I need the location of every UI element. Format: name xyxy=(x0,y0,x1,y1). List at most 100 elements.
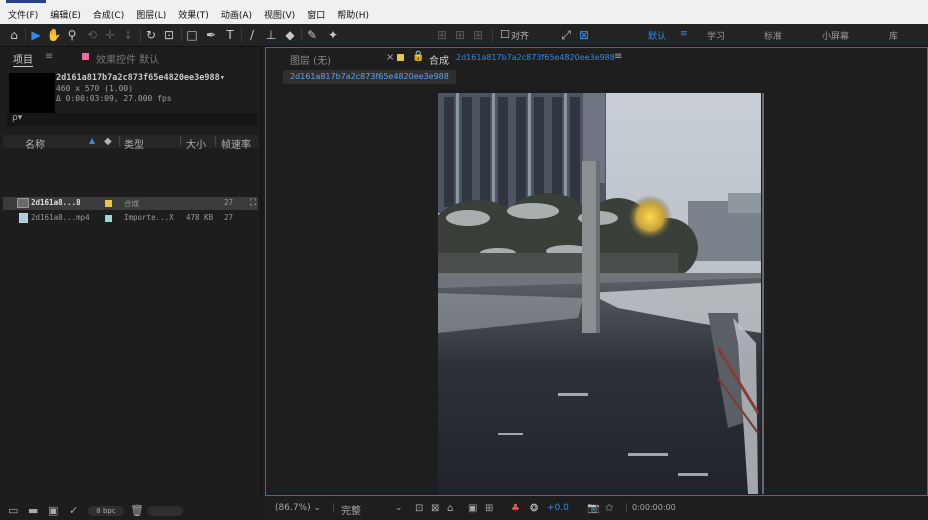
menu-effect[interactable]: 效果(T) xyxy=(178,8,209,21)
label-column-icon[interactable]: ◆ xyxy=(104,136,112,147)
item-dropdown-icon[interactable]: ▾ xyxy=(220,73,225,83)
current-timecode[interactable]: 0:00:00:00 xyxy=(632,503,676,512)
resolution-chevron-icon[interactable]: ⌄ xyxy=(395,503,403,513)
column-type[interactable]: 类型 xyxy=(124,136,144,151)
search-icon: ρ▾ xyxy=(12,113,23,123)
column-divider: | xyxy=(214,136,218,147)
anchor-point-tool-icon[interactable]: ⊡ xyxy=(161,27,177,43)
bpc-button[interactable]: 8 bpc xyxy=(88,506,124,516)
pen-tool-icon[interactable]: ✒ xyxy=(203,27,219,43)
comp-label-swatch xyxy=(397,54,404,61)
fast-preview-icon[interactable]: ⊡ xyxy=(415,503,423,514)
rotate-tool-icon[interactable]: ↻ xyxy=(143,27,159,43)
composition-breadcrumb[interactable]: 2d161a817b7a2c873f65e4820ee3e988 xyxy=(283,70,456,84)
tab-composition-label[interactable]: 合成 xyxy=(429,52,449,67)
world-axis-icon[interactable]: ⊞ xyxy=(452,27,468,43)
project-bottom-bar: ▭ ▬ ▣ ✓ 8 bpc 🗑 xyxy=(3,501,261,520)
project-row-composition[interactable]: 2d161a8...8 合成 27 ⛶ xyxy=(3,197,258,210)
brush-tool-icon[interactable]: / xyxy=(244,27,260,43)
tab-project[interactable]: 项目 xyxy=(13,51,33,67)
snap-icon[interactable]: ⤢ xyxy=(558,27,574,43)
toolbar-divider xyxy=(492,28,493,42)
tab-composition-name[interactable]: 2d161a817b7a2c873f65e4820ee3e988 xyxy=(456,53,615,62)
label-color-swatch[interactable] xyxy=(105,215,112,222)
snap-options-icon[interactable]: ⊠ xyxy=(576,27,592,43)
effects-label-swatch xyxy=(82,53,89,60)
view-axis-icon[interactable]: ⊞ xyxy=(470,27,486,43)
show-snapshot-icon[interactable]: ✿ xyxy=(605,503,613,514)
eraser-tool-icon[interactable]: ◆ xyxy=(282,27,298,43)
type-tool-icon[interactable]: T xyxy=(222,27,238,43)
workspace-learn[interactable]: 学习 xyxy=(707,29,725,42)
puppet-pin-tool-icon[interactable]: ✦ xyxy=(325,27,341,43)
hand-tool-icon[interactable]: ✋ xyxy=(46,27,62,43)
flowchart-icon[interactable]: ⛶ xyxy=(250,198,256,208)
scroll-handle[interactable] xyxy=(147,506,183,516)
menu-composition[interactable]: 合成(C) xyxy=(93,8,124,21)
clone-stamp-tool-icon[interactable]: ⊥ xyxy=(263,27,279,43)
menu-help[interactable]: 帮助(H) xyxy=(337,8,369,21)
project-tab-menu-icon[interactable]: ≡ xyxy=(45,51,53,62)
column-frame-rate[interactable]: 帧速率 xyxy=(221,136,251,151)
toolbar-divider xyxy=(25,28,26,42)
close-tab-icon[interactable]: × xyxy=(386,52,394,63)
rectangle-tool-icon[interactable]: □ xyxy=(184,27,200,43)
resolution-dropdown[interactable]: 完整 xyxy=(341,502,361,517)
composition-icon xyxy=(17,198,29,208)
snapshot-camera-icon[interactable]: 📷 xyxy=(587,503,599,514)
workspace-default[interactable]: 默认 xyxy=(648,29,666,42)
pan-camera-tool-icon[interactable]: ✛ xyxy=(102,27,118,43)
project-row-footage[interactable]: 2d161a8...mp4 Importe...X 478 KB 27 xyxy=(3,212,258,225)
workspace-default-menu-icon[interactable]: ≡ xyxy=(680,29,688,39)
tools-toolbar: ⌂ ▶ ✋ ⚲ ⟲ ✛ ↓ ↻ ⊡ □ ✒ T / ⊥ ◆ ✎ ✦ ⊞ ⊞ ⊞ … xyxy=(0,24,928,47)
row-name: 2d161a8...8 xyxy=(31,198,81,207)
tab-layer[interactable]: 图层 (无) xyxy=(290,52,331,67)
new-composition-icon[interactable]: ▣ xyxy=(48,504,58,517)
sort-ascending-icon[interactable]: ▲ xyxy=(89,136,95,145)
trash-icon[interactable]: 🗑 xyxy=(130,504,144,517)
project-search-input[interactable]: ρ▾ xyxy=(6,113,257,126)
transparency-grid-icon[interactable]: ⊠ xyxy=(431,503,439,514)
roto-brush-tool-icon[interactable]: ✎ xyxy=(304,27,320,43)
composition-bottom-bar: (86.7%) ⌄ | 完整 ⌄ ⊡ ⊠ ⌂ ▣ ⊞ ♣ ❂ +0.0 📷 ✿ … xyxy=(265,498,928,520)
menu-file[interactable]: 文件(F) xyxy=(8,8,38,21)
exposure-value[interactable]: +0.0 xyxy=(547,503,569,513)
panel-menu-icon[interactable]: ≡ xyxy=(614,51,622,62)
label-color-swatch[interactable] xyxy=(105,200,112,207)
workspace-libraries[interactable]: 库 xyxy=(889,29,898,42)
frame-edge xyxy=(762,93,764,494)
workspace-small-screen[interactable]: 小屏幕 xyxy=(822,29,849,42)
project-settings-icon[interactable]: ✓ xyxy=(69,504,78,517)
mask-visibility-icon[interactable]: ⌂ xyxy=(447,503,453,514)
snowy-plaza-frame-image xyxy=(438,93,761,494)
color-management-icon[interactable]: ❂ xyxy=(530,503,538,514)
row-type: Importe...X xyxy=(124,213,174,222)
new-folder-icon[interactable]: ▬ xyxy=(28,504,38,517)
menu-window[interactable]: 窗口 xyxy=(307,8,325,21)
tab-effect-controls[interactable]: 效果控件 默认 xyxy=(96,51,159,66)
align-label: 对齐 xyxy=(511,32,530,42)
menu-edit[interactable]: 编辑(E) xyxy=(50,8,81,21)
workspace-standard[interactable]: 标准 xyxy=(764,29,782,42)
zoom-tool-icon[interactable]: ⚲ xyxy=(64,27,80,43)
menu-animation[interactable]: 动画(A) xyxy=(221,8,252,21)
lock-icon[interactable]: 🔒 xyxy=(412,51,424,62)
local-axis-icon[interactable]: ⊞ xyxy=(434,27,450,43)
orbit-camera-tool-icon[interactable]: ⟲ xyxy=(84,27,100,43)
row-name: 2d161a8...mp4 xyxy=(31,213,90,222)
menu-view[interactable]: 视图(V) xyxy=(264,8,295,21)
zoom-level-dropdown[interactable]: (86.7%) ⌄ xyxy=(275,503,321,513)
column-size[interactable]: 大小 xyxy=(186,136,206,151)
grid-guides-icon[interactable]: ⊞ xyxy=(485,503,493,514)
color-channels-icon[interactable]: ♣ xyxy=(511,503,520,514)
interpret-footage-icon[interactable]: ▭ xyxy=(8,504,18,517)
selection-tool-icon[interactable]: ▶ xyxy=(28,27,44,43)
dolly-camera-tool-icon[interactable]: ↓ xyxy=(120,27,136,43)
region-of-interest-icon[interactable]: ▣ xyxy=(468,503,477,514)
selected-item-duration: Δ 0:00:03:09, 27.000 fps xyxy=(56,94,172,103)
toolbar-divider xyxy=(140,28,141,42)
home-icon[interactable]: ⌂ xyxy=(6,27,22,43)
app-icon-strip xyxy=(6,0,46,3)
menu-layer[interactable]: 图层(L) xyxy=(136,8,166,21)
column-name[interactable]: 名称 xyxy=(25,136,45,151)
